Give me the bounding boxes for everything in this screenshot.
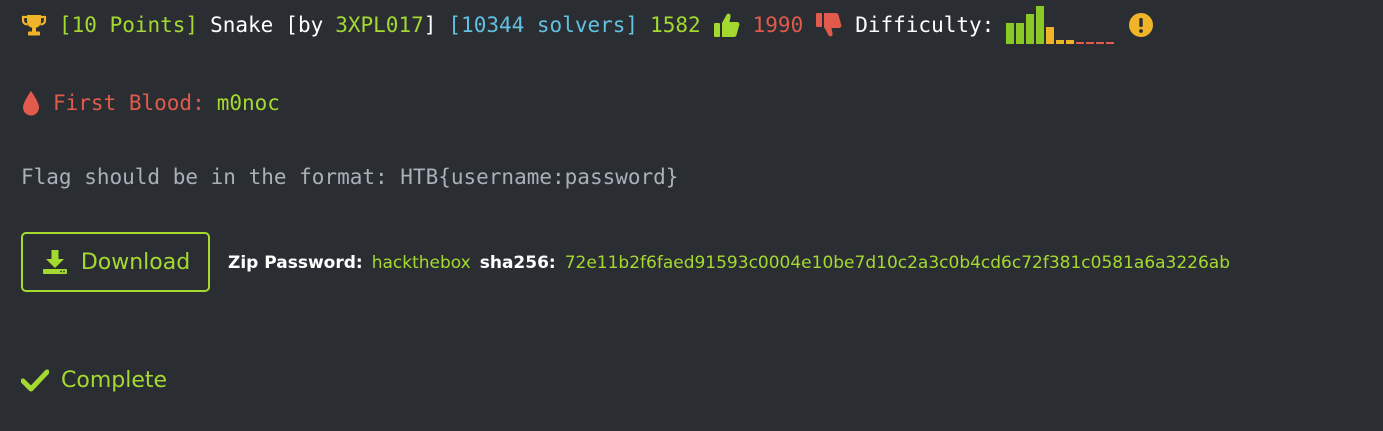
difficulty-bar <box>1016 23 1025 44</box>
challenge-author[interactable]: 3XPL017 <box>335 13 424 37</box>
difficulty-bar <box>1036 6 1045 44</box>
download-button[interactable]: Download <box>21 232 210 292</box>
sha256-hash: 72e11b2f6faed91593c0004e10be7d10c2a3c0b4… <box>564 253 1231 273</box>
flag-format-text: Flag should be in the format: HTB{userna… <box>21 165 679 189</box>
trophy-icon <box>21 12 47 38</box>
difficulty-bar <box>1056 40 1065 44</box>
download-label: Download <box>80 249 191 275</box>
zip-password-label: Zip Password: <box>228 253 363 273</box>
like-count: 1582 <box>650 13 701 37</box>
complete-label: Complete <box>61 367 168 393</box>
difficulty-bar <box>1076 42 1085 44</box>
difficulty-bar <box>1006 23 1015 44</box>
exclamation-circle-icon[interactable] <box>1128 12 1154 38</box>
zip-info: Zip Password: hackthebox sha256: 72e11b2… <box>228 248 1230 278</box>
difficulty-bar <box>1106 42 1115 44</box>
challenge-header: [10 Points] Snake [by 3XPL017 ] [10344 s… <box>21 6 1154 44</box>
challenge-points: [10 Points] <box>59 13 199 37</box>
difficulty-bar <box>1026 14 1035 44</box>
first-blood-label: First Blood: <box>53 91 205 115</box>
difficulty-bar <box>1096 42 1105 44</box>
challenge-name: Snake <box>210 13 274 37</box>
thumbs-down-icon[interactable] <box>815 11 843 39</box>
first-blood: First Blood: m0noc <box>21 86 280 120</box>
difficulty-label: Difficulty: <box>855 13 995 37</box>
zip-password: hackthebox <box>371 253 471 273</box>
difficulty-bar <box>1086 42 1095 44</box>
author-prefix: [by <box>285 13 324 37</box>
download-icon <box>41 248 81 276</box>
sha256-label: sha256: <box>479 253 556 273</box>
difficulty-bar <box>1066 40 1075 44</box>
author-suffix: ] <box>423 13 437 37</box>
thumbs-up-icon[interactable] <box>713 11 741 39</box>
solver-count: [10344 solvers] <box>448 13 639 37</box>
dislike-count: 1990 <box>752 13 804 37</box>
blood-drop-icon <box>21 89 41 117</box>
check-icon <box>21 368 61 392</box>
completion-status: Complete <box>21 362 167 398</box>
difficulty-bar <box>1046 27 1055 44</box>
difficulty-chart <box>1006 6 1116 44</box>
first-blood-user[interactable]: m0noc <box>217 91 280 115</box>
